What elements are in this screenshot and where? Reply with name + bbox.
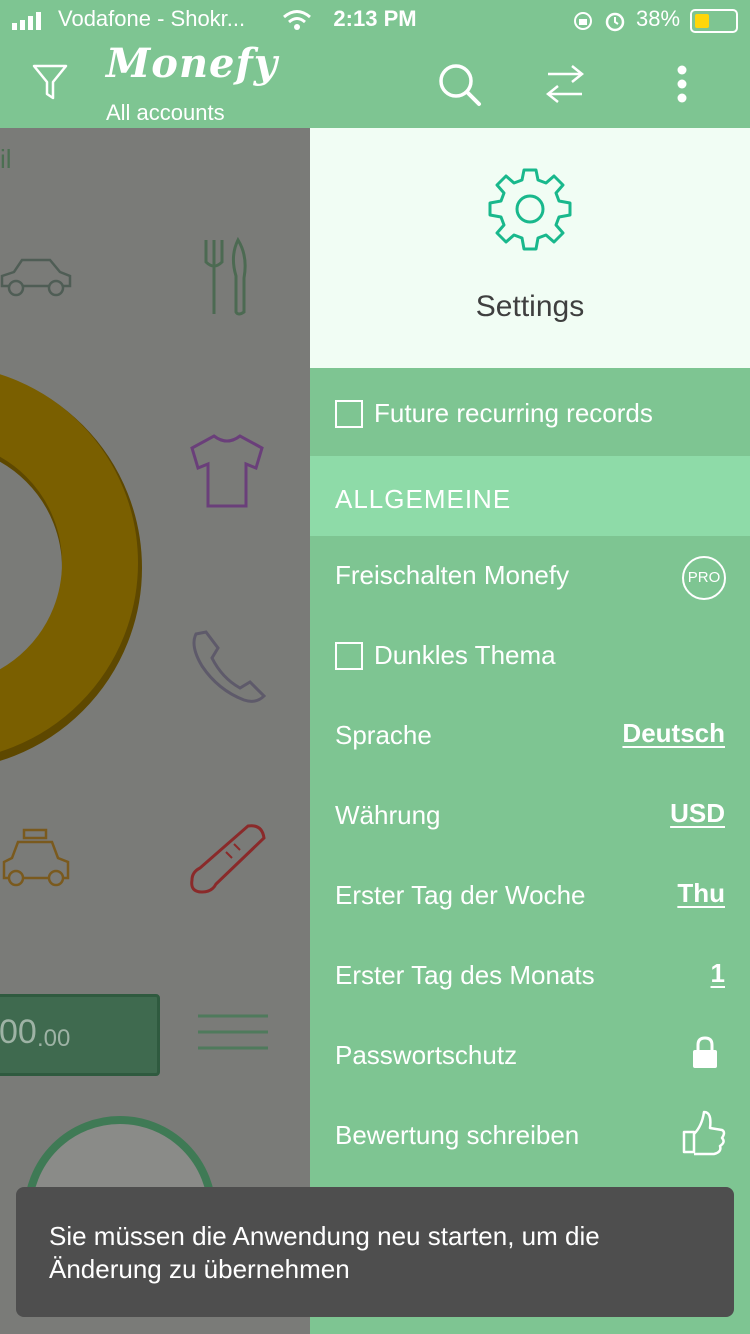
health-icon[interactable] xyxy=(186,820,270,902)
app-logo: Monefy xyxy=(106,40,278,87)
pro-badge: PRO xyxy=(682,556,726,600)
dark-theme-checkbox[interactable] xyxy=(335,642,363,670)
app-header: Monefy All accounts xyxy=(0,40,750,128)
future-records-toggle[interactable]: Future recurring records xyxy=(310,374,750,454)
restart-required-toast: Sie müssen die Anwendung neu starten, um… xyxy=(16,1187,734,1317)
currency-item[interactable]: Währung USD xyxy=(310,776,750,856)
section-title: ALLGEMEINE xyxy=(335,484,512,514)
balance-display[interactable]: 00.00 xyxy=(0,994,160,1076)
language-label: Sprache xyxy=(335,720,432,750)
balance-decimals: .00 xyxy=(37,1025,71,1052)
account-selector[interactable]: All accounts xyxy=(106,100,225,126)
battery-icon xyxy=(690,9,738,33)
taxi-icon[interactable] xyxy=(0,828,74,894)
gear-icon xyxy=(488,168,572,251)
month-label-fragment: il xyxy=(0,144,12,174)
section-header-general: ALLGEMEINE xyxy=(310,456,750,536)
first-day-month-label: Erster Tag des Monats xyxy=(335,960,595,990)
toast-message: Sie müssen die Anwendung neu starten, um… xyxy=(49,1221,600,1284)
more-menu-icon[interactable] xyxy=(674,64,690,104)
car-icon[interactable] xyxy=(0,252,74,302)
food-icon[interactable] xyxy=(200,236,252,318)
balance-amount: 00 xyxy=(0,1013,37,1051)
password-protection-label: Passwortschutz xyxy=(335,1040,518,1070)
unlock-pro-item[interactable]: Freischalten Monefy PRO xyxy=(310,536,750,616)
rotation-lock-icon xyxy=(574,12,592,30)
thumbs-up-icon xyxy=(682,1110,726,1156)
status-bar: Vodafone - Shokr... 2:13 PM 38% xyxy=(0,0,750,40)
alarm-icon xyxy=(605,12,625,32)
drawer-header: Settings xyxy=(310,128,750,368)
language-item[interactable]: Sprache Deutsch xyxy=(310,696,750,776)
future-records-label: Future recurring records xyxy=(374,398,653,428)
rate-app-item[interactable]: Bewertung schreiben xyxy=(310,1096,750,1176)
clothing-icon[interactable] xyxy=(188,432,266,510)
future-records-checkbox[interactable] xyxy=(335,400,363,428)
records-list-icon[interactable] xyxy=(196,1012,270,1052)
expense-donut-chart[interactable] xyxy=(0,358,160,778)
main-screen-dimmed: il 00.00 xyxy=(0,128,310,1334)
drawer-title: Settings xyxy=(475,290,585,323)
battery-percent: 38% xyxy=(636,6,681,31)
dark-theme-label: Dunkles Thema xyxy=(374,640,556,670)
lock-icon xyxy=(693,1036,717,1068)
first-day-month-item[interactable]: Erster Tag des Monats 1 xyxy=(310,936,750,1016)
transfer-icon[interactable] xyxy=(544,62,586,106)
first-day-week-label: Erster Tag der Woche xyxy=(335,880,586,910)
currency-value[interactable]: USD xyxy=(670,798,725,829)
rate-app-label: Bewertung schreiben xyxy=(335,1120,580,1150)
first-day-week-item[interactable]: Erster Tag der Woche Thu xyxy=(310,856,750,936)
filter-icon[interactable] xyxy=(32,64,68,102)
first-day-month-value[interactable]: 1 xyxy=(711,958,725,989)
unlock-pro-label: Freischalten Monefy xyxy=(335,560,570,590)
dark-theme-toggle[interactable]: Dunkles Thema xyxy=(310,616,750,696)
language-value[interactable]: Deutsch xyxy=(622,718,725,749)
first-day-week-value[interactable]: Thu xyxy=(677,878,725,909)
password-protection-item[interactable]: Passwortschutz xyxy=(310,1016,750,1096)
phone-icon[interactable] xyxy=(188,626,268,706)
currency-label: Währung xyxy=(335,800,441,830)
settings-drawer: Settings Future recurring records ALLGEM… xyxy=(310,128,750,1334)
search-icon[interactable] xyxy=(437,62,483,108)
